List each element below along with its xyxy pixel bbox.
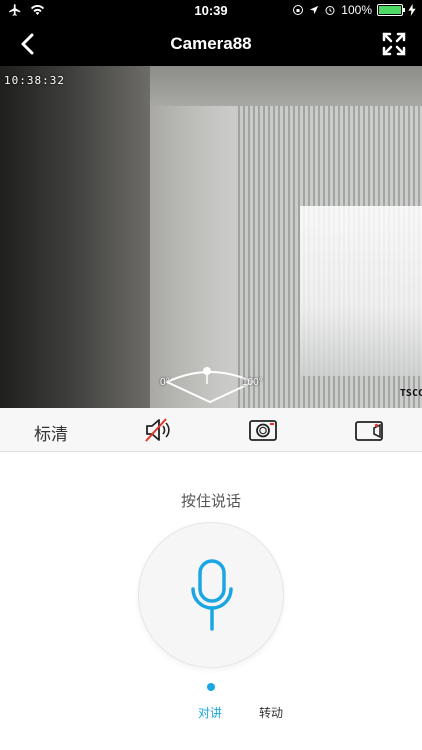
- tab-rotate[interactable]: 转动: [259, 704, 283, 721]
- video-scene-wall: [0, 66, 150, 408]
- pan-min-label: 0°: [160, 377, 170, 388]
- video-timestamp: 10:38:32: [4, 74, 65, 87]
- tab-talk[interactable]: 对讲: [198, 704, 222, 721]
- battery-fill: [379, 6, 401, 14]
- active-tab-indicator: [207, 683, 215, 691]
- location-icon: [310, 5, 319, 15]
- snapshot-button[interactable]: [248, 416, 278, 444]
- page-title: Camera88: [170, 34, 252, 53]
- alarm-icon: [325, 6, 335, 15]
- fullscreen-icon: [382, 32, 406, 56]
- battery-percent: 100%: [341, 3, 372, 17]
- record-button[interactable]: [354, 416, 384, 444]
- microphone-icon: [191, 559, 233, 631]
- video-scene-window: [300, 206, 422, 376]
- push-to-talk-button[interactable]: [138, 522, 284, 668]
- status-right: 100%: [292, 3, 416, 17]
- video-scene-ceiling: [150, 66, 422, 106]
- pan-max-label: 100°: [242, 377, 263, 388]
- charging-icon: [408, 4, 416, 16]
- video-toolbar: 标清: [0, 408, 422, 452]
- speaker-muted-icon: [145, 418, 170, 442]
- video-watermark: TSCC: [399, 388, 422, 399]
- talk-hint: 按住说话: [180, 493, 241, 510]
- orientation-lock-icon: [293, 5, 304, 15]
- status-bar: 10:39 100%: [0, 0, 422, 22]
- quality-selector[interactable]: 标清: [34, 420, 68, 445]
- live-video[interactable]: 10:38:32 0° 100° TSCC: [0, 66, 422, 408]
- fullscreen-button[interactable]: [380, 30, 408, 58]
- video-record-icon: [355, 421, 383, 441]
- nav-bar: Camera88: [0, 22, 422, 66]
- camera-icon: [249, 420, 277, 441]
- battery-icon: [377, 4, 405, 16]
- mute-button[interactable]: [144, 416, 174, 444]
